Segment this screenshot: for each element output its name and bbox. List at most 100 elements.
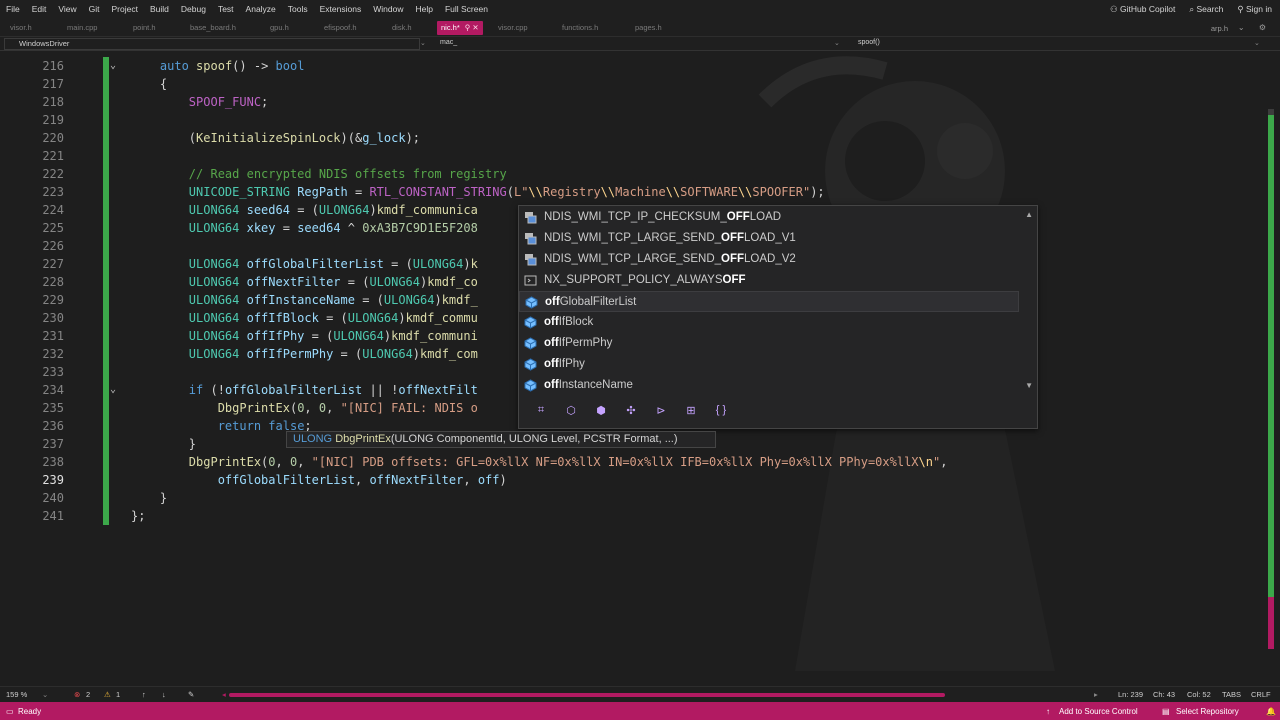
arrow-up-icon[interactable]: ↑ — [142, 690, 146, 699]
scroll-down-icon[interactable]: ▼ — [1025, 381, 1033, 390]
warning-icon[interactable]: ⚠ — [104, 690, 111, 699]
scroll-right-icon[interactable]: ▸ — [1094, 690, 1098, 699]
namespace-filter-icon[interactable]: ⊞ — [683, 404, 699, 420]
add-to-source-control[interactable]: Add to Source Control — [1059, 707, 1138, 716]
completion-item[interactable]: NDIS_WMI_TCP_LARGE_SEND_OFFLOAD_V2 — [519, 249, 1019, 270]
enum-member-icon — [524, 253, 537, 266]
menu-item-tools[interactable]: Tools — [282, 4, 314, 14]
zoom-level[interactable]: 159 % — [6, 690, 27, 699]
code-line[interactable]: 241}; — [0, 507, 1260, 525]
line-ending[interactable]: CRLF — [1251, 690, 1271, 699]
snippet-filter-icon[interactable]: ⌗ — [533, 404, 549, 420]
tab-nic-h[interactable]: nic.h* ⚲ ✕ — [437, 21, 483, 35]
code-line[interactable]: 222 // Read encrypted NDIS offsets from … — [0, 165, 1260, 183]
tab-base-board-h[interactable]: base_board.h — [186, 21, 240, 35]
function-dropdown[interactable]: spoof() — [858, 39, 880, 46]
chevron-down-icon[interactable]: ⌄ — [834, 39, 840, 47]
menu-item-test[interactable]: Test — [212, 4, 240, 14]
notification-bell-icon[interactable]: 🔔 — [1266, 707, 1276, 716]
chevron-down-icon[interactable]: ⌄ — [42, 690, 48, 699]
search-button[interactable]: ⌕ Search — [1189, 4, 1223, 15]
line-number: 221 — [42, 149, 64, 163]
completion-item[interactable]: offIfBlock — [519, 312, 1019, 333]
char-number[interactable]: Ch: 43 — [1153, 690, 1175, 699]
horizontal-scrollbar[interactable] — [229, 693, 945, 697]
tab-main-cpp[interactable]: main.cpp — [63, 21, 101, 35]
function-filter-icon[interactable]: ✣ — [623, 404, 639, 420]
scope-dropdown[interactable]: mac_ — [440, 39, 457, 46]
select-repository[interactable]: Select Repository — [1176, 707, 1239, 716]
braces-filter-icon[interactable]: { } — [713, 404, 729, 420]
struct-filter-icon[interactable]: ⬢ — [593, 404, 609, 420]
menu-item-help[interactable]: Help — [409, 4, 438, 14]
fold-toggle-icon[interactable]: ⌄ — [110, 381, 116, 399]
code-text: } — [131, 437, 197, 451]
code-line[interactable]: 239 offGlobalFilterList, offNextFilter, … — [0, 471, 1260, 489]
tab-visor-h[interactable]: visor.h — [6, 21, 36, 35]
column-number[interactable]: Col: 52 — [1187, 690, 1211, 699]
class-filter-icon[interactable]: ⬡ — [563, 404, 579, 420]
code-line[interactable]: 238 DbgPrintEx(0, 0, "[NIC] PDB offsets:… — [0, 453, 1260, 471]
completion-item[interactable]: offIfPermPhy — [519, 333, 1019, 354]
tab-arp-h[interactable]: arp.h — [1211, 24, 1228, 33]
code-line[interactable]: 216 ⌄ auto spoof() -> bool — [0, 57, 1260, 75]
completion-item[interactable]: offGlobalFilterList — [519, 291, 1019, 312]
code-line[interactable]: 217 { — [0, 75, 1260, 93]
code-text: { — [131, 77, 168, 91]
tab-visor-cpp[interactable]: visor.cpp — [494, 21, 532, 35]
tab-overflow-icons[interactable]: ⌄ ⚙ — [1238, 23, 1272, 32]
menu-item-edit[interactable]: Edit — [26, 4, 53, 14]
completion-item[interactable]: offInstanceName — [519, 375, 1019, 396]
indent-mode[interactable]: TABS — [1222, 690, 1241, 699]
close-icon[interactable]: ⚲ ✕ — [465, 23, 479, 32]
tab-pages-h[interactable]: pages.h — [631, 21, 666, 35]
warning-count[interactable]: 1 — [116, 690, 120, 699]
code-line[interactable]: 218 SPOOF_FUNC; — [0, 93, 1260, 111]
completion-item[interactable]: NDIS_WMI_TCP_LARGE_SEND_OFFLOAD_V1 — [519, 228, 1019, 249]
error-count[interactable]: 2 — [86, 690, 90, 699]
vertical-scrollbar[interactable] — [1268, 109, 1274, 649]
completion-match: off — [544, 316, 559, 328]
project-dropdown[interactable]: WindowsDriver — [4, 38, 420, 50]
menu-item-project[interactable]: Project — [106, 4, 144, 14]
menu-item-extensions[interactable]: Extensions — [314, 4, 368, 14]
tab-gpu-h[interactable]: gpu.h — [266, 21, 293, 35]
tab-functions-h[interactable]: functions.h — [558, 21, 602, 35]
signin-button[interactable]: ⚲ Sign in — [1237, 4, 1272, 15]
chevron-down-icon[interactable]: ⌄ — [420, 39, 426, 47]
menu-item-build[interactable]: Build — [144, 4, 175, 14]
scroll-up-icon[interactable]: ▲ — [1025, 210, 1033, 219]
code-line[interactable]: 220 (KeInitializeSpinLock)(&g_lock); — [0, 129, 1260, 147]
tab-efispoof-h[interactable]: efispoof.h — [320, 21, 361, 35]
brush-icon[interactable]: ✎ — [188, 690, 194, 699]
scroll-left-icon[interactable]: ◂ — [222, 690, 226, 699]
tab-label: pages.h — [635, 23, 662, 32]
chevron-down-icon[interactable]: ⌄ — [1254, 39, 1260, 47]
fold-toggle-icon[interactable]: ⌄ — [110, 57, 116, 75]
tab-point-h[interactable]: point.h — [129, 21, 160, 35]
tab-disk-h[interactable]: disk.h — [388, 21, 416, 35]
completion-prefix: NDIS_WMI_TCP_LARGE_SEND_ — [544, 253, 722, 265]
menu-item-file[interactable]: File — [0, 4, 26, 14]
completion-match: off — [544, 379, 559, 391]
menu-item-window[interactable]: Window — [367, 4, 409, 14]
search-label: Search — [1196, 3, 1224, 14]
completion-item[interactable]: NDIS_WMI_TCP_IP_CHECKSUM_OFFLOAD — [519, 207, 1019, 228]
code-text: UNICODE_STRING RegPath = RTL_CONSTANT_ST… — [188, 185, 825, 199]
completion-item[interactable]: offIfPhy — [519, 354, 1019, 375]
completion-item[interactable]: NX_SUPPORT_POLICY_ALWAYSOFF — [519, 270, 1019, 291]
menu-item-debug[interactable]: Debug — [175, 4, 212, 14]
arrow-down-icon[interactable]: ↓ — [162, 690, 166, 699]
code-line[interactable]: 223 UNICODE_STRING RegPath = RTL_CONSTAN… — [0, 183, 1260, 201]
error-icon[interactable]: ⊗ — [74, 690, 80, 699]
line-number[interactable]: Ln: 239 — [1118, 690, 1143, 699]
code-line[interactable]: 240 } — [0, 489, 1260, 507]
fullscreen-button[interactable]: Full Screen — [439, 4, 494, 14]
menu-item-analyze[interactable]: Analyze — [240, 4, 282, 14]
copilot-button[interactable]: ⚇ GitHub Copilot — [1110, 4, 1175, 15]
code-line[interactable]: 221 — [0, 147, 1260, 165]
code-line[interactable]: 219 — [0, 111, 1260, 129]
menu-item-git[interactable]: Git — [83, 4, 106, 14]
macro-filter-icon[interactable]: ⊳ — [653, 404, 669, 420]
menu-item-view[interactable]: View — [52, 4, 82, 14]
